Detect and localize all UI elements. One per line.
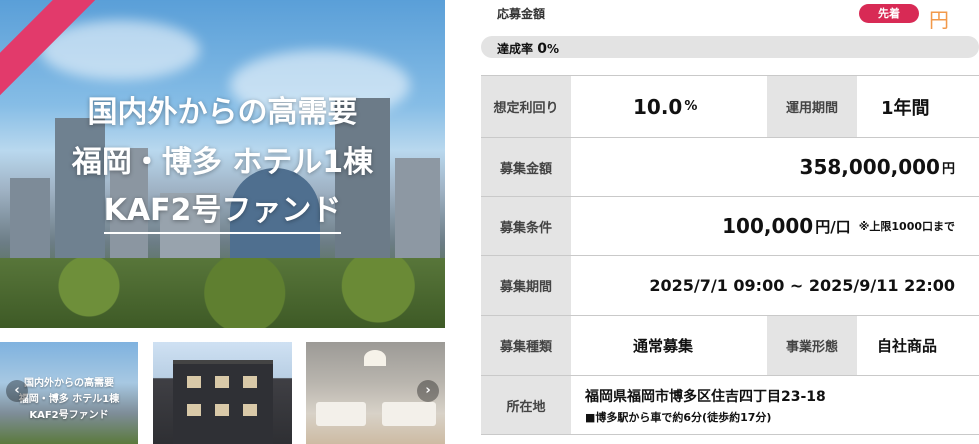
terms-label: 募集条件 bbox=[481, 197, 571, 255]
fund-details-panel: 応募金額 先着 円 達成率 0% 想定利回り 10.0% 運用期間 1年間 募集… bbox=[481, 0, 979, 444]
business-value: 自社商品 bbox=[877, 316, 937, 375]
window-shape bbox=[187, 376, 201, 388]
location-address: 福岡県福岡市博多区住吉四丁目23-18 bbox=[585, 388, 826, 405]
next-arrow-icon[interactable]: › bbox=[417, 380, 439, 402]
location-value: 福岡県福岡市博多区住吉四丁目23-18 ■博多駅から車で約6分(徒歩約17分) bbox=[585, 376, 826, 434]
dates-label: 募集期間 bbox=[481, 256, 571, 315]
type-text: 通常募集 bbox=[633, 337, 694, 355]
dates-value: 2025/7/1 09:00 ~ 2025/9/11 22:00 bbox=[649, 256, 955, 315]
row-yield-period: 想定利回り 10.0% 運用期間 1年間 bbox=[481, 75, 979, 137]
yield-number: 10.0 bbox=[633, 94, 683, 119]
thumbnail-2[interactable] bbox=[153, 342, 292, 444]
amount-number: 358,000,000 bbox=[799, 155, 940, 179]
terms-unit: 円/口 bbox=[815, 217, 851, 236]
row-location: 所在地 福岡県福岡市博多区住吉四丁目23-18 ■博多駅から車で約6分(徒歩約1… bbox=[481, 375, 979, 435]
location-label: 所在地 bbox=[481, 376, 571, 434]
window-shape bbox=[187, 404, 201, 416]
window-shape bbox=[215, 376, 229, 388]
type-label: 募集種類 bbox=[481, 316, 571, 375]
prev-arrow-icon[interactable]: ‹ bbox=[6, 380, 28, 402]
amount-unit: 円 bbox=[941, 161, 955, 177]
progress-label: 達成率 bbox=[497, 42, 534, 56]
business-label: 事業形態 bbox=[767, 316, 857, 375]
thumbnail-strip: 国内外からの高需要 福岡・博多 ホテル1棟 KAF2号ファンド ‹ › bbox=[0, 342, 445, 444]
bed-shape bbox=[382, 402, 436, 426]
period-value: 1年間 bbox=[881, 76, 930, 137]
bed-shape bbox=[316, 402, 366, 426]
progress-text: 達成率 0% bbox=[497, 40, 559, 57]
hero-title-line1: 国内外からの高需要 bbox=[87, 95, 358, 130]
business-text: 自社商品 bbox=[877, 337, 938, 355]
yield-label: 想定利回り bbox=[481, 76, 571, 137]
applied-amount-currency: 円 bbox=[929, 8, 949, 32]
thumbnail-title-line3: KAF2号ファンド bbox=[29, 410, 109, 421]
progress-bar: 達成率 0% bbox=[481, 36, 979, 58]
yield-value: 10.0% bbox=[633, 76, 697, 137]
type-value: 通常募集 bbox=[633, 316, 693, 375]
building-exterior-shape bbox=[173, 360, 273, 444]
amount-value: 358,000,000 円 bbox=[800, 138, 955, 196]
yield-unit: % bbox=[684, 99, 698, 114]
window-shape bbox=[243, 376, 257, 388]
lamp-shape bbox=[364, 350, 386, 366]
hero-title-line2: 福岡・博多 ホテル1棟 bbox=[71, 145, 374, 180]
main-hero-image[interactable]: 国内外からの高需要 福岡・博多 ホテル1棟 KAF2号ファンド bbox=[0, 0, 445, 328]
applied-amount-label: 応募金額 bbox=[497, 7, 546, 21]
period-label: 運用期間 bbox=[767, 76, 857, 137]
row-terms: 募集条件 100,000 円/口 ※上限1000口まで bbox=[481, 196, 979, 255]
window-shape bbox=[215, 404, 229, 416]
row-dates: 募集期間 2025/7/1 09:00 ~ 2025/9/11 22:00 bbox=[481, 255, 979, 315]
period-text: 1年間 bbox=[881, 97, 930, 119]
terms-note: ※上限1000口まで bbox=[858, 220, 955, 233]
terms-number: 100,000 bbox=[722, 214, 814, 238]
trees-shape bbox=[0, 258, 445, 328]
dates-text: 2025/7/1 09:00 ~ 2025/9/11 22:00 bbox=[649, 276, 955, 295]
location-access: ■博多駅から車で約6分(徒歩約17分) bbox=[585, 410, 772, 424]
row-type-business: 募集種類 通常募集 事業形態 自社商品 bbox=[481, 315, 979, 375]
first-come-badge: 先着 bbox=[859, 4, 919, 23]
terms-value: 100,000 円/口 ※上限1000口まで bbox=[722, 197, 955, 255]
hero-title-line3: KAF2号ファンド bbox=[0, 193, 445, 234]
row-amount: 募集金額 358,000,000 円 bbox=[481, 137, 979, 196]
progress-unit: % bbox=[546, 42, 559, 56]
hero-fund-name: KAF2号ファンド bbox=[103, 193, 342, 234]
amount-label: 募集金額 bbox=[481, 138, 571, 196]
progress-value: 0 bbox=[537, 41, 547, 57]
window-shape bbox=[243, 404, 257, 416]
